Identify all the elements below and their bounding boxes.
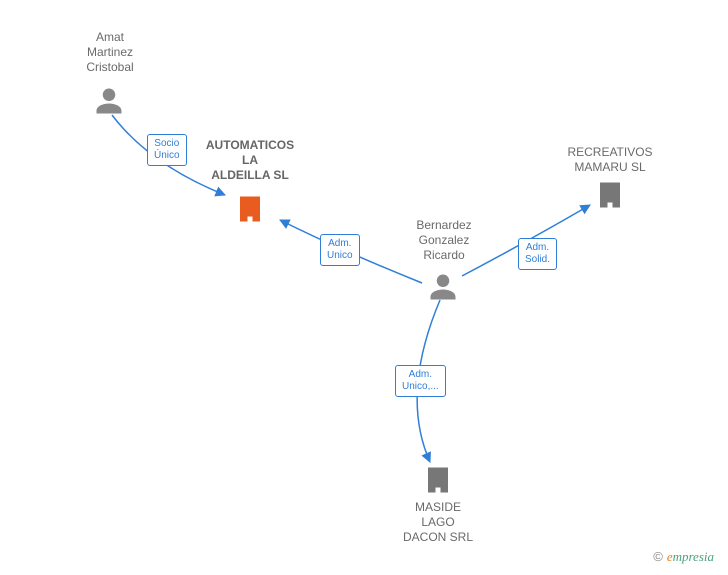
node-label-recreativos: RECREATIVOS MAMARU SL <box>560 145 660 175</box>
relationship-diagram: Amat Martinez Cristobal AUTOMATICOS LA A… <box>0 0 728 575</box>
edge-label-socio-unico[interactable]: Socio Único <box>147 134 187 166</box>
building-icon[interactable] <box>595 180 625 210</box>
node-label-maside: MASIDE LAGO DACON SRL <box>398 500 478 545</box>
watermark: ©empresia <box>653 549 714 565</box>
building-icon-focal[interactable] <box>235 194 265 224</box>
node-label-automaticos: AUTOMATICOS LA ALDEILLA SL <box>195 138 305 183</box>
copyright-symbol: © <box>653 549 663 564</box>
edge-label-adm-solid[interactable]: Adm. Solid. <box>518 238 557 270</box>
building-icon[interactable] <box>423 465 453 495</box>
watermark-text: mpresia <box>673 549 714 564</box>
edge-label-adm-unico-1[interactable]: Adm. Unico <box>320 234 360 266</box>
node-label-bernardez: Bernardez Gonzalez Ricardo <box>404 218 484 263</box>
person-icon[interactable] <box>94 86 124 116</box>
edge-label-adm-unico-2[interactable]: Adm. Unico,... <box>395 365 446 397</box>
node-label-amat: Amat Martinez Cristobal <box>70 30 150 75</box>
person-icon[interactable] <box>428 272 458 302</box>
